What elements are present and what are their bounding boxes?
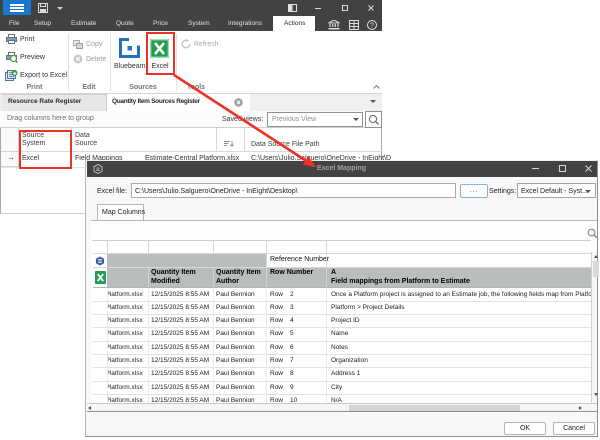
svg-text:?: ?: [370, 23, 374, 30]
